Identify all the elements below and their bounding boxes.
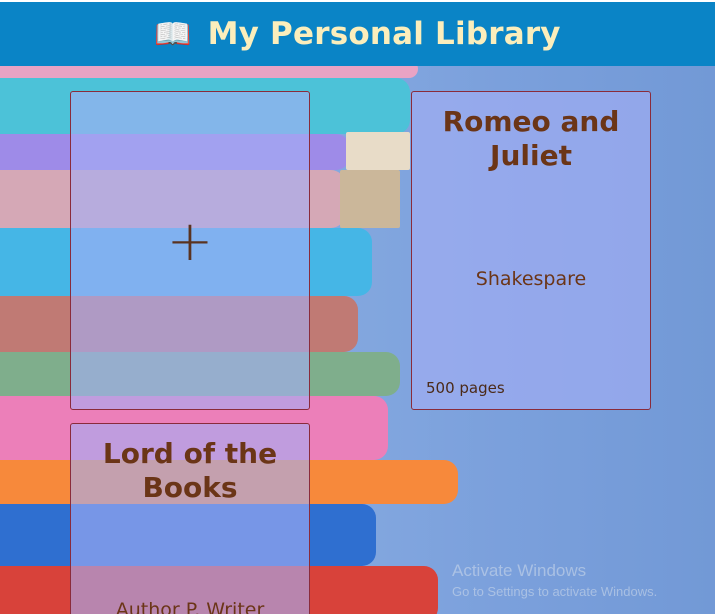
activate-windows-watermark: Activate Windows Go to Settings to activ… [452, 561, 657, 599]
book-title: Romeo and Juliet [442, 105, 620, 172]
watermark-subtitle: Go to Settings to activate Windows. [452, 584, 658, 599]
open-book-icon: 📖 [154, 16, 192, 52]
book-author: Author P. Writer [115, 599, 265, 614]
page-title: My Personal Library [207, 16, 561, 52]
book-page-count: 500 pages [426, 379, 505, 397]
book-card[interactable]: Romeo and Juliet Shakespare 500 pages [411, 91, 651, 410]
book-card[interactable]: Lord of the Books Author P. Writer [70, 423, 310, 614]
watermark-title: Activate Windows [452, 561, 587, 580]
plus-icon: + [166, 209, 214, 274]
book-author: Shakespare [475, 268, 587, 290]
book-title: Lord of the Books [102, 437, 278, 504]
app-header: 📖 My Personal Library [0, 0, 715, 66]
add-book-card[interactable]: + [70, 91, 310, 410]
